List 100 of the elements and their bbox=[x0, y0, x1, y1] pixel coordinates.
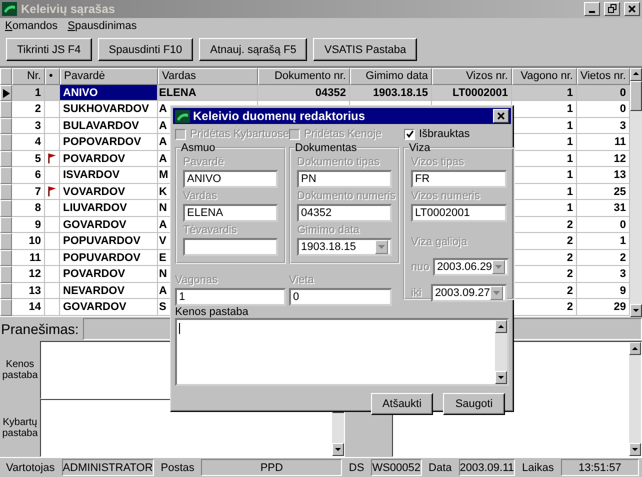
table-cell: 3 bbox=[620, 120, 626, 132]
table-cell: 11 bbox=[614, 136, 626, 148]
toolbar-button[interactable]: Atnauj. sąrašą F5 bbox=[199, 38, 308, 62]
input-field[interactable] bbox=[183, 238, 278, 256]
dialog-title: Keleivio duomenų redaktorius bbox=[193, 109, 366, 123]
table-cell: A bbox=[159, 103, 167, 116]
table-cell: POPUVARDOV bbox=[63, 252, 140, 264]
close-button[interactable] bbox=[493, 109, 509, 123]
status-label: DS bbox=[348, 462, 366, 474]
scroll-down-button[interactable] bbox=[630, 304, 642, 318]
table-cell: 04352 bbox=[315, 86, 346, 99]
column-header[interactable]: Vagono nr. bbox=[512, 68, 577, 85]
table-cell: POPOVARDOV bbox=[63, 136, 142, 148]
table-cell: A bbox=[159, 284, 167, 297]
up-arrow-icon bbox=[631, 344, 639, 353]
column-header[interactable]: Vizos nr. bbox=[432, 68, 512, 85]
toolbar-button[interactable]: Spausdinti F10 bbox=[98, 38, 194, 62]
table-cell: 2 bbox=[566, 252, 573, 264]
row-header[interactable] bbox=[0, 84, 12, 102]
table-cell: 2 bbox=[34, 103, 41, 116]
table-cell: V bbox=[159, 235, 166, 248]
close-icon bbox=[628, 4, 636, 13]
input-field[interactable]: 1 bbox=[175, 288, 286, 306]
close-icon bbox=[497, 112, 505, 120]
table-cell: M bbox=[159, 169, 168, 182]
row-pointer-icon bbox=[2, 88, 10, 98]
table-cell: 0 bbox=[620, 86, 626, 99]
column-header[interactable]: Dokumento nr. bbox=[258, 68, 350, 85]
checkbox-label: Pridėtas Kenoje bbox=[304, 128, 382, 140]
table-cell: LT0002001 bbox=[452, 86, 508, 99]
status-label: Vartotojas bbox=[5, 462, 56, 474]
column-header[interactable]: Pavardė bbox=[60, 68, 158, 85]
table-cell: ISVARDOV bbox=[63, 169, 120, 182]
field-label: Kenos pastaba bbox=[175, 306, 250, 318]
down-arrow-icon bbox=[497, 374, 505, 382]
minimize-button[interactable] bbox=[584, 2, 600, 16]
table-cell: 2 bbox=[566, 235, 573, 248]
app-icon bbox=[175, 110, 190, 122]
column-header[interactable]: Vietos nr. bbox=[577, 68, 630, 85]
restore-button[interactable] bbox=[604, 2, 620, 16]
table-cell: BULAVARDOV bbox=[63, 120, 139, 132]
input-field[interactable]: ELENA bbox=[183, 204, 278, 222]
input-field[interactable]: 0 bbox=[289, 288, 392, 306]
scroll-down-button[interactable] bbox=[332, 443, 344, 456]
minimize-icon bbox=[589, 10, 595, 13]
scroll-up-button[interactable] bbox=[630, 68, 642, 81]
checkbox[interactable] bbox=[404, 128, 415, 140]
input-field[interactable]: ANIVO bbox=[183, 170, 278, 188]
table-cell: 12 bbox=[614, 152, 626, 165]
date-dropdown[interactable]: 1903.18.15 bbox=[297, 238, 392, 256]
date-dropdown[interactable]: 2003.09.27 bbox=[430, 284, 507, 302]
column-header[interactable]: • bbox=[45, 68, 60, 85]
date-dropdown[interactable]: 2003.06.29 bbox=[433, 258, 510, 276]
table-cell: POVARDOV bbox=[63, 152, 126, 165]
table-row[interactable]: 1 ANIVO ELENA 04352 1903.18.15 LT0002001 1 0 bbox=[0, 84, 630, 102]
table-cell: 31 bbox=[614, 202, 626, 214]
table-cell: 13 bbox=[614, 169, 626, 182]
table-cell: A bbox=[159, 136, 167, 148]
column-header[interactable]: Nr. bbox=[12, 68, 45, 85]
column-header[interactable]: Vardas bbox=[158, 68, 258, 85]
input-field[interactable]: 04352 bbox=[297, 204, 392, 222]
table-cell: 12 bbox=[28, 268, 41, 280]
input-field[interactable]: LT0002001 bbox=[411, 204, 507, 222]
scroll-up-button[interactable] bbox=[629, 342, 641, 356]
column-header[interactable]: Gimimo data bbox=[350, 68, 432, 85]
table-cell: 2 bbox=[566, 284, 573, 297]
table-cell: 1 bbox=[566, 136, 573, 148]
input-field[interactable]: PN bbox=[297, 170, 392, 188]
scroll-up-button[interactable] bbox=[495, 320, 507, 333]
scroll-thumb[interactable] bbox=[630, 80, 642, 111]
table-cell: 4 bbox=[34, 136, 41, 148]
menu-item[interactable]: Komandos bbox=[5, 20, 58, 32]
table-cell: 7 bbox=[34, 186, 41, 198]
table-cell: NEVARDOV bbox=[63, 284, 125, 297]
input-field[interactable]: FR bbox=[411, 170, 507, 188]
toolbar-button[interactable]: VSATIS Pastaba bbox=[313, 38, 418, 62]
toolbar-button[interactable]: Tikrinti JS F4 bbox=[6, 38, 92, 62]
table-cell: 5 bbox=[34, 152, 41, 165]
note-label: Kybartų pastaba bbox=[1, 416, 39, 442]
message-label: Pranešimas: bbox=[0, 321, 79, 338]
scroll-down-button[interactable] bbox=[495, 371, 507, 384]
status-label: Data bbox=[428, 462, 453, 474]
menu-item[interactable]: Spausdinimas bbox=[68, 20, 137, 32]
close-button[interactable] bbox=[624, 2, 640, 16]
field-label: Vagonas bbox=[175, 274, 219, 288]
table-cell: A bbox=[159, 120, 167, 132]
table-cell: 1 bbox=[620, 235, 626, 248]
table-cell: A bbox=[159, 218, 167, 231]
status-value: ADMINISTRATOR bbox=[62, 459, 154, 476]
dialog-button[interactable]: Atšaukti bbox=[371, 393, 433, 415]
status-value: 13:51:57 bbox=[560, 459, 639, 476]
table-cell: K bbox=[159, 186, 167, 198]
dialog-button[interactable]: Saugoti bbox=[443, 393, 505, 415]
table-cell: 3 bbox=[620, 268, 626, 280]
table-cell: S bbox=[159, 301, 166, 314]
field-label: Pavardė bbox=[183, 156, 225, 170]
table-cell: 11 bbox=[29, 252, 41, 264]
table-cell: 9 bbox=[34, 218, 41, 231]
scroll-down-button[interactable] bbox=[629, 443, 641, 456]
table-cell: 1 bbox=[566, 186, 573, 198]
